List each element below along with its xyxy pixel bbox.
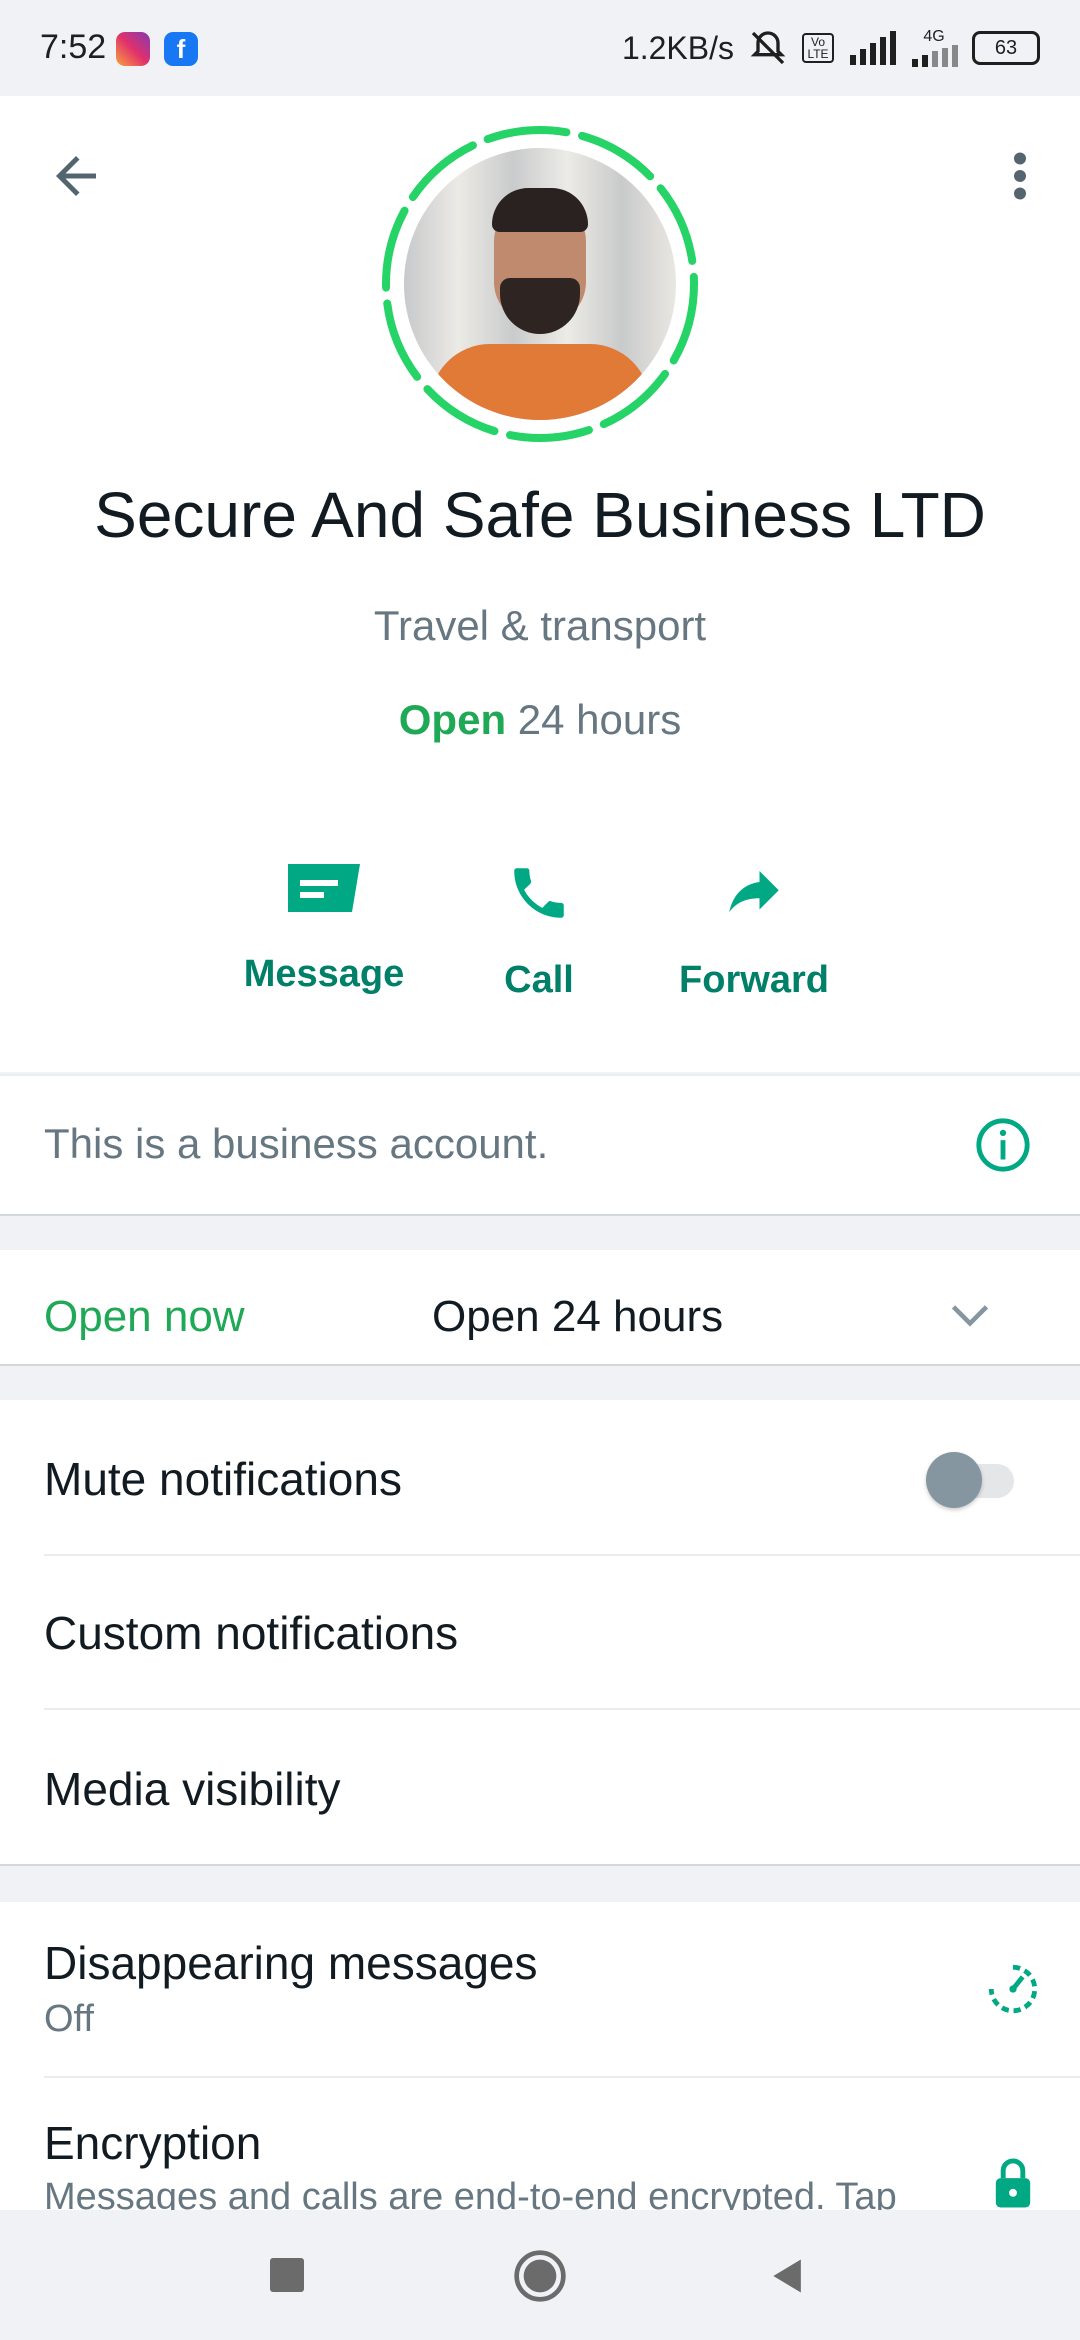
divider [44, 1708, 1080, 1710]
call-button[interactable]: Call [439, 860, 639, 1002]
avatar-body [430, 344, 650, 420]
custom-notifications-label[interactable]: Custom notifications [44, 1606, 458, 1660]
open-now-label: Open now [44, 1292, 245, 1341]
signal-2-icon [912, 45, 958, 67]
hours-detail: Open 24 hours [432, 1292, 724, 1341]
chevron-down-icon[interactable] [948, 1300, 992, 1332]
open-hours: 24 hours [517, 696, 682, 743]
business-hours: Open 24 hours [0, 696, 1080, 744]
disappearing-messages-label[interactable]: Disappearing messages [44, 1936, 538, 1990]
volte-icon: Vo LTE [802, 33, 834, 63]
home-button[interactable] [512, 2248, 568, 2304]
timer-icon[interactable] [984, 1960, 1042, 2018]
divider [44, 2076, 1080, 2078]
mute-toggle-knob[interactable] [926, 1452, 982, 1508]
instagram-icon [116, 32, 150, 66]
avatar-beard [500, 278, 580, 334]
forward-icon [729, 871, 779, 913]
lock-icon [995, 2158, 1031, 2208]
network-type: 4G [910, 29, 958, 67]
info-icon[interactable] [974, 1116, 1032, 1174]
business-name: Secure And Safe Business LTD [94, 479, 986, 551]
facebook-icon: f [164, 32, 198, 66]
status-right: 1.2KB/s Vo LTE 4G 63 [622, 28, 1040, 68]
net-speed: 1.2KB/s [621, 29, 734, 66]
business-account-text: This is a business account. [44, 1120, 549, 1167]
avatar[interactable] [404, 148, 676, 420]
message-icon [288, 864, 360, 912]
call-icon [514, 868, 564, 918]
business-category: Travel & transport [373, 602, 707, 649]
media-visibility-label[interactable]: Media visibility [44, 1762, 341, 1816]
disappearing-messages-value: Off [44, 1998, 94, 2040]
open-status: Open [398, 696, 507, 743]
message-button[interactable]: Message [224, 860, 424, 996]
recents-button[interactable] [270, 2258, 304, 2292]
mute-bell-icon [750, 31, 786, 65]
avatar-hair [492, 188, 588, 232]
back-arrow-icon[interactable] [46, 146, 106, 206]
status-time: 7:52 [40, 28, 107, 66]
signal-icon [850, 31, 896, 65]
back-button[interactable] [766, 2254, 810, 2298]
encryption-label[interactable]: Encryption [44, 2116, 261, 2170]
forward-label: Forward [679, 959, 829, 1001]
mute-notifications-label[interactable]: Mute notifications [44, 1452, 402, 1506]
call-label: Call [504, 959, 574, 1001]
status-bar: 7:52 f 1.2KB/s Vo LTE 4G 63 [0, 0, 1080, 96]
forward-button[interactable]: Forward [654, 860, 854, 1002]
divider [44, 1554, 1080, 1556]
battery-icon: 63 [972, 31, 1040, 65]
message-label: Message [243, 953, 405, 995]
more-options-icon[interactable] [1000, 146, 1040, 206]
